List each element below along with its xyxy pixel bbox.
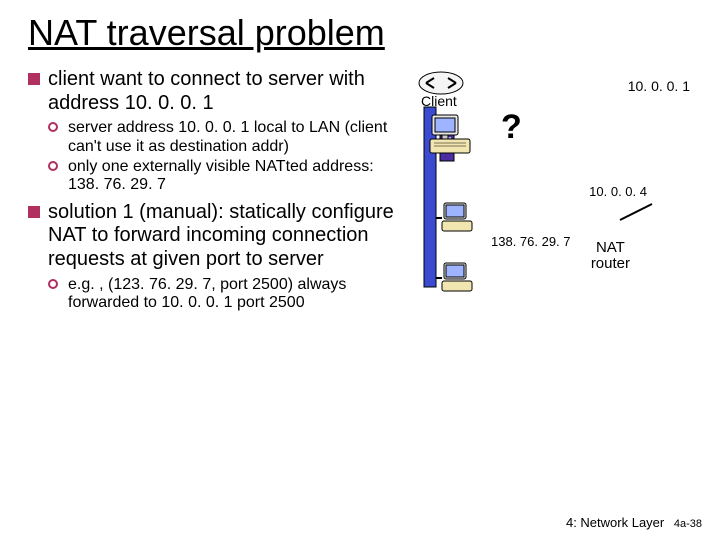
diagram: Client ? 10. 0. 0. 1 10. 0. 0. 4 138. 76… bbox=[416, 68, 692, 348]
bullet-text: server address 10. 0. 0. 1 local to LAN … bbox=[68, 119, 387, 154]
circle-bullet-icon bbox=[48, 161, 58, 171]
address-label: 138. 76. 29. 7 bbox=[491, 234, 571, 249]
bullet-level2: server address 10. 0. 0. 1 local to LAN … bbox=[28, 119, 408, 156]
bullet-text: e.g. , (123. 76. 29. 7, port 2500) alway… bbox=[68, 276, 346, 311]
circle-bullet-icon bbox=[48, 122, 58, 132]
bullet-column: client want to connect to server with ad… bbox=[28, 68, 408, 348]
circle-bullet-icon bbox=[48, 279, 58, 289]
bullet-level2: e.g. , (123. 76. 29. 7, port 2500) alway… bbox=[28, 276, 408, 313]
nat-router-label: NAT router bbox=[591, 240, 630, 272]
slide-content: client want to connect to server with ad… bbox=[28, 68, 692, 348]
slide-footer: 4: Network Layer 4a-38 bbox=[566, 515, 702, 530]
slide-title: NAT traversal problem bbox=[28, 12, 692, 54]
bullet-level1: solution 1 (manual): statically configur… bbox=[28, 201, 408, 272]
bullet-text: solution 1 (manual): statically configur… bbox=[48, 201, 394, 270]
bullet-level2: only one externally visible NATted addre… bbox=[28, 158, 408, 195]
question-mark: ? bbox=[501, 108, 522, 147]
bullet-text: only one externally visible NATted addre… bbox=[68, 158, 374, 193]
address-label: 10. 0. 0. 1 bbox=[628, 78, 690, 94]
client-label: Client bbox=[421, 93, 457, 109]
square-bullet-icon bbox=[28, 73, 40, 85]
square-bullet-icon bbox=[28, 206, 40, 218]
address-label: 10. 0. 0. 4 bbox=[589, 184, 647, 199]
bullet-level1: client want to connect to server with ad… bbox=[28, 68, 408, 115]
chapter-label: 4: Network Layer bbox=[566, 515, 664, 530]
client-computer-icon bbox=[428, 113, 474, 157]
page-number: 4a-38 bbox=[674, 518, 702, 530]
link-line-icon bbox=[616, 198, 656, 228]
bullet-text: client want to connect to server with ad… bbox=[48, 68, 365, 114]
